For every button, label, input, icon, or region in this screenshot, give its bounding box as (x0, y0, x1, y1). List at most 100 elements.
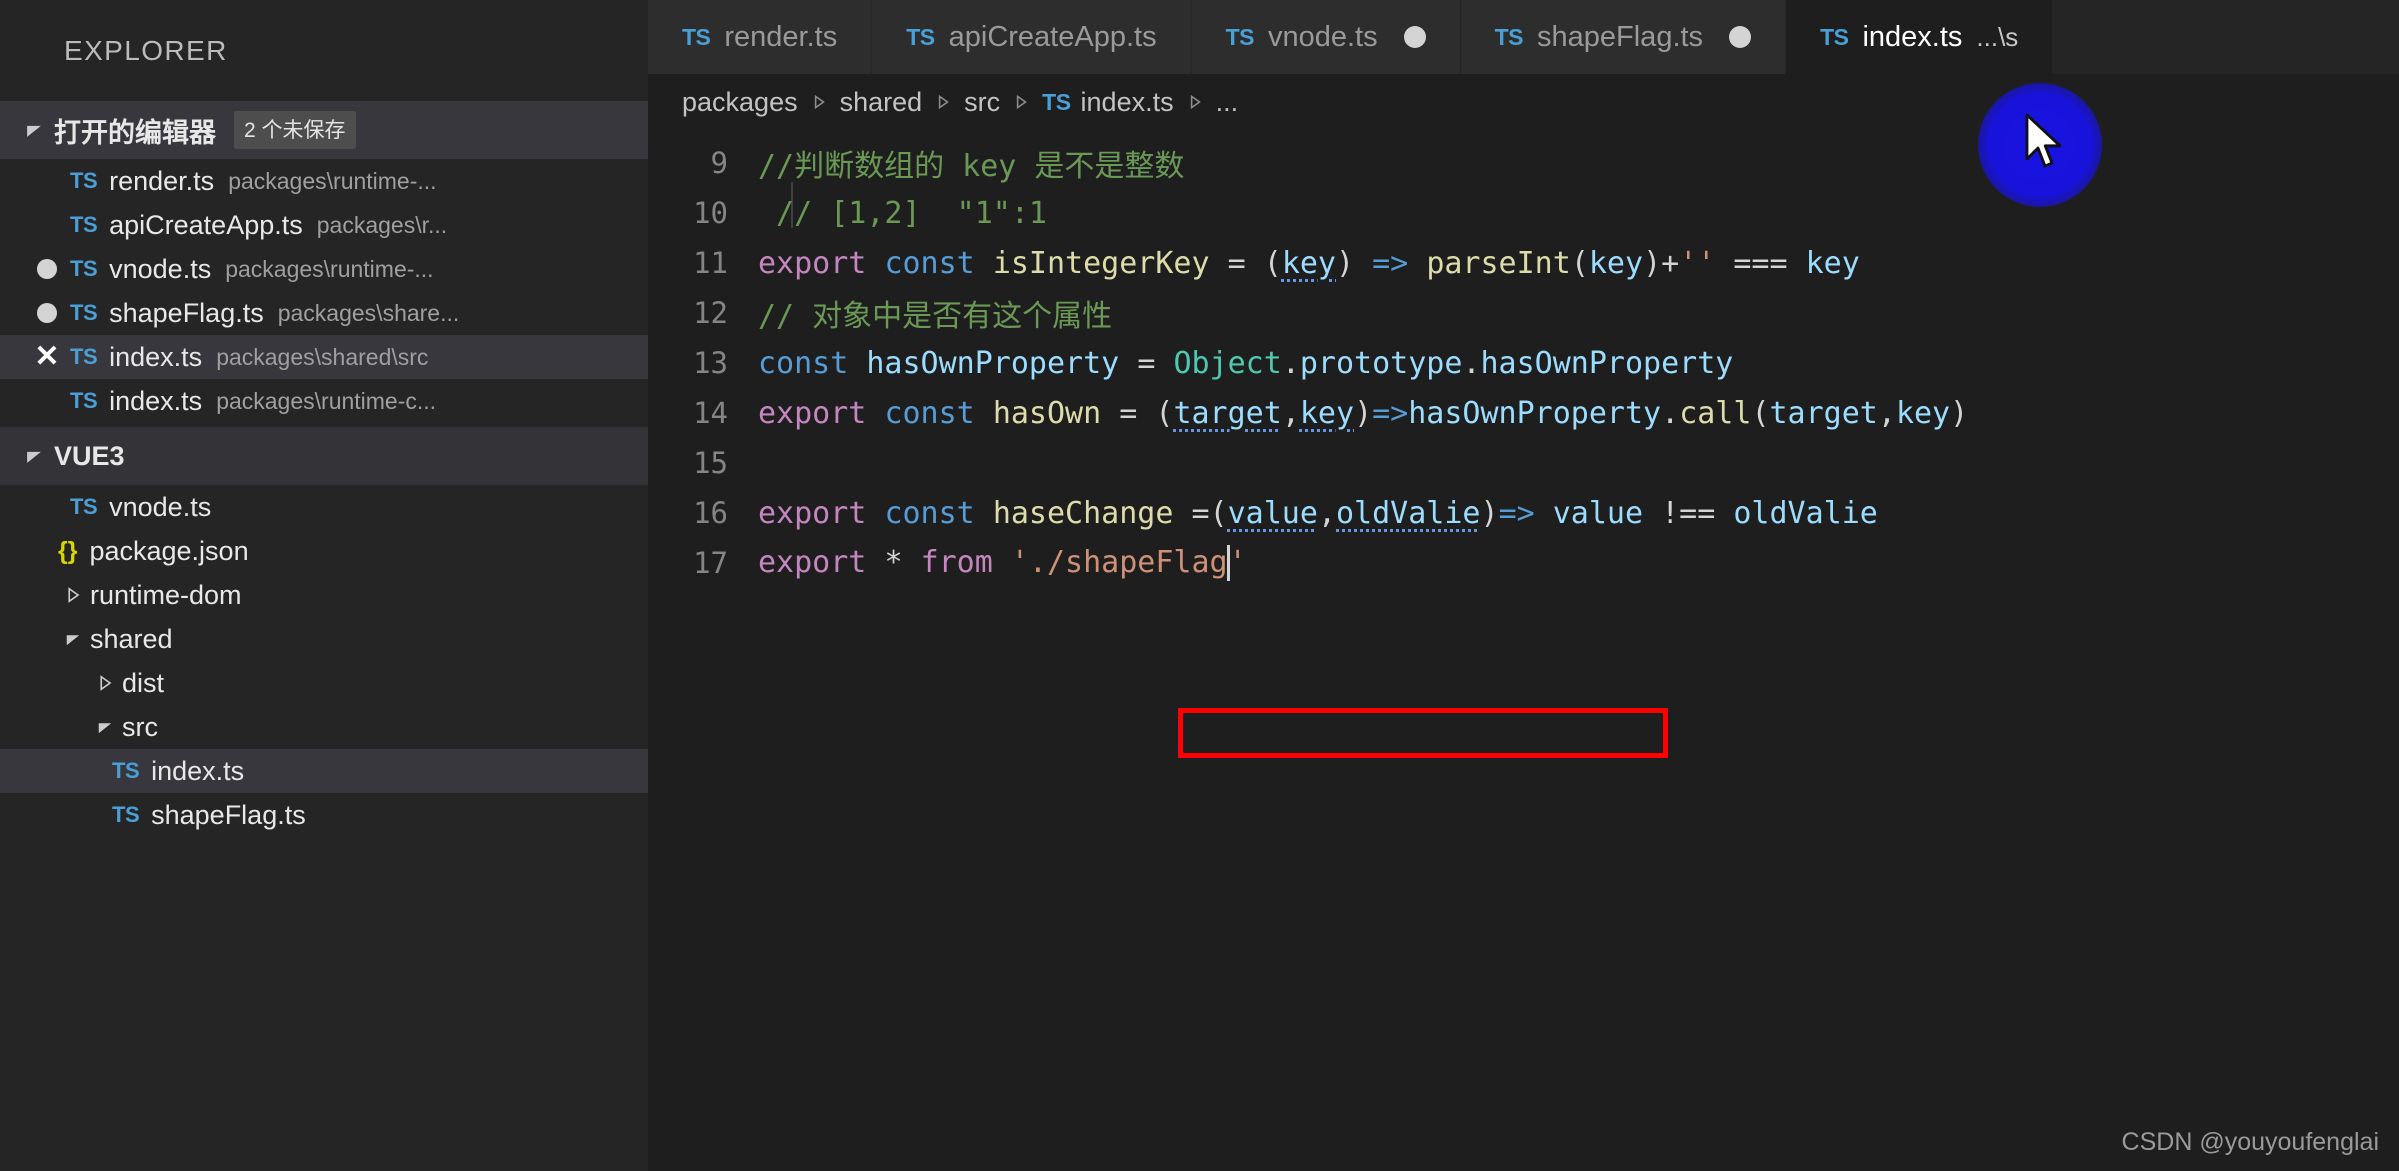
breadcrumb: packages shared src TS index.ts ... (648, 74, 2399, 130)
tree-item-label: shared (90, 623, 173, 654)
ts-file-icon: TS (1494, 23, 1524, 50)
tree-item-folder[interactable]: src (0, 705, 648, 749)
open-editor-name: index.ts (109, 341, 203, 372)
list-item[interactable]: TS apiCreateApp.ts packages\r... (0, 203, 648, 247)
chevron-down-icon (88, 717, 122, 737)
tab-label: render.ts (724, 20, 838, 53)
open-editor-path: packages\runtime-... (228, 167, 437, 194)
breadcrumb-item-shared[interactable]: shared (840, 87, 923, 118)
breadcrumb-item-index-ts[interactable]: index.ts (1081, 87, 1174, 118)
code-line-content: // 对象中是否有这个属性 (758, 299, 1113, 334)
line-number: 15 (693, 446, 728, 480)
chevron-down-icon (14, 119, 54, 141)
tab-vnode-ts[interactable]: TS vnode.ts (1191, 0, 1461, 74)
tab-shapeflag-ts[interactable]: TS shapeFlag.ts (1460, 0, 1787, 74)
tree-item-folder[interactable]: runtime-dom (0, 573, 648, 617)
code-line[interactable]: 13 const hasOwnProperty = Object.prototy… (648, 338, 2399, 388)
close-icon[interactable]: ✕ (24, 342, 70, 372)
ts-file-icon: TS (1042, 88, 1071, 115)
code-line[interactable]: 9 //判断数组的 key 是不是整数 (648, 138, 2399, 188)
code-line[interactable]: 16 export const haseChange =(value,oldVa… (648, 488, 2399, 538)
workspace-section-header[interactable]: VUE3 (0, 427, 648, 485)
code-line-content: //判断数组的 key 是不是整数 (758, 149, 1185, 184)
ts-file-icon: TS (1225, 23, 1255, 50)
code-line[interactable]: 15 (648, 438, 2399, 488)
ts-file-icon: TS (70, 388, 98, 413)
list-item[interactable]: TS shapeFlag.ts packages\share... (0, 291, 648, 335)
code-line[interactable]: 12 // 对象中是否有这个属性 (648, 288, 2399, 338)
chevron-down-icon (56, 629, 90, 649)
chevron-down-icon (14, 445, 54, 467)
ts-file-icon: TS (70, 212, 98, 237)
line-number: 13 (693, 346, 728, 380)
breadcrumb-item-src[interactable]: src (964, 87, 1000, 118)
line-number: 12 (693, 296, 728, 330)
tab-label: shapeFlag.ts (1537, 20, 1704, 53)
explorer-sidebar: EXPLORER 打开的编辑器 2 个未保存 TS render.ts pack… (0, 0, 648, 1171)
breadcrumb-overflow[interactable]: ... (1216, 87, 1239, 118)
code-editor[interactable]: 9 //判断数组的 key 是不是整数 10 // [1,2] "1":1 11… (648, 130, 2399, 758)
tab-index-ts-active[interactable]: TS index.ts ...\s (1786, 0, 2054, 74)
breadcrumb-item-packages[interactable]: packages (682, 87, 798, 118)
open-editor-name: apiCreateApp.ts (109, 209, 303, 240)
highlight-annotation-box (1178, 708, 1668, 758)
modified-dot-icon[interactable] (1403, 26, 1426, 48)
ts-file-icon: TS (1820, 23, 1849, 50)
code-line-content: const hasOwnProperty = Object.prototype.… (758, 345, 1734, 381)
modified-dot-icon[interactable] (1729, 26, 1752, 48)
tree-item-label: shapeFlag.ts (151, 799, 306, 830)
tab-apicreateapp-ts[interactable]: TS apiCreateApp.ts (872, 0, 1192, 74)
open-editor-path: packages\runtime-c... (216, 387, 437, 414)
code-line-content: export const haseChange =(value,oldValie… (758, 495, 1878, 531)
tree-item-label: dist (122, 667, 165, 698)
tree-item-label: src (122, 711, 158, 742)
code-line[interactable]: 14 export const hasOwn = (target,key)=>h… (648, 388, 2399, 438)
list-item[interactable]: TS vnode.ts packages\runtime-... (0, 247, 648, 291)
tree-item-label: runtime-dom (90, 579, 242, 610)
ts-file-icon: TS (70, 494, 98, 519)
chevron-right-icon (934, 93, 952, 111)
vscode-window: EXPLORER 打开的编辑器 2 个未保存 TS render.ts pack… (0, 0, 2399, 1171)
modified-dot-icon[interactable] (24, 259, 70, 279)
code-line[interactable]: 10 // [1,2] "1":1 (648, 188, 2399, 238)
code-line[interactable]: 17 export * from './shapeFlag' (648, 538, 2399, 588)
sidebar-title: EXPLORER (0, 0, 648, 101)
tree-item-file[interactable]: TS vnode.ts (0, 485, 648, 529)
watermark: CSDN @youyoufenglai (2121, 1128, 2379, 1156)
tree-item-file[interactable]: TS shapeFlag.ts (0, 793, 648, 837)
tree-item-label: vnode.ts (109, 491, 212, 522)
ts-file-icon: TS (112, 758, 140, 783)
open-editor-path: packages\r... (316, 211, 448, 238)
json-file-icon: {} (58, 536, 78, 565)
chevron-right-icon (810, 93, 828, 111)
chevron-right-icon (88, 673, 122, 693)
line-number: 9 (710, 146, 728, 180)
unsaved-count-badge: 2 个未保存 (234, 111, 356, 149)
list-item-selected[interactable]: ✕ TS index.ts packages\shared\src (0, 335, 648, 379)
code-line-content: export const hasOwn = (target,key)=>hasO… (758, 395, 1969, 431)
tree-item-folder[interactable]: dist (0, 661, 648, 705)
tree-item-file[interactable]: {} package.json (0, 529, 648, 573)
list-item[interactable]: TS index.ts packages\runtime-c... (0, 379, 648, 423)
ts-file-icon: TS (70, 300, 98, 325)
open-editor-path: packages\shared\src (216, 343, 429, 370)
list-item[interactable]: TS render.ts packages\runtime-... (0, 159, 648, 203)
line-number: 11 (693, 246, 728, 280)
code-line[interactable]: 11 export const isIntegerKey = (key) => … (648, 238, 2399, 288)
line-number: 17 (693, 546, 728, 580)
tab-label: vnode.ts (1267, 20, 1378, 53)
open-editors-section-header[interactable]: 打开的编辑器 2 个未保存 (0, 101, 648, 159)
tree-item-folder[interactable]: shared (0, 617, 648, 661)
chevron-right-icon (56, 585, 90, 605)
tab-path-hint: ...\s (1976, 21, 2019, 52)
line-number: 10 (693, 196, 728, 230)
ts-file-icon: TS (70, 344, 98, 369)
tree-item-file-selected[interactable]: TS index.ts (0, 749, 648, 793)
modified-dot-icon[interactable] (24, 303, 70, 323)
line-number: 14 (693, 396, 728, 430)
tree-item-label: index.ts (151, 755, 245, 786)
tab-render-ts[interactable]: TS render.ts (648, 0, 873, 74)
ts-file-icon: TS (70, 168, 98, 193)
ts-file-icon: TS (70, 256, 98, 281)
open-editors-label: 打开的编辑器 (54, 117, 216, 148)
